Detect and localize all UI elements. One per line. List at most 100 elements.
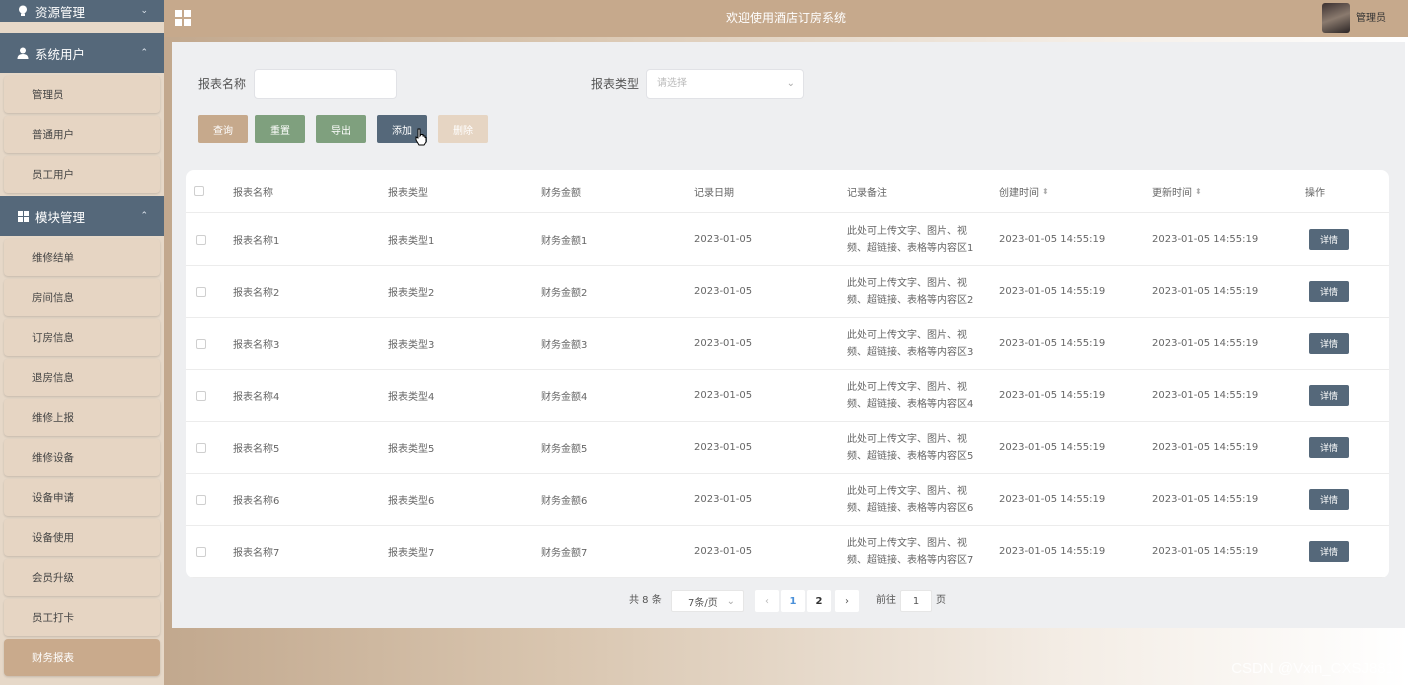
total-count: 共 8 条: [629, 595, 662, 606]
cell-type: 报表类型1: [388, 214, 434, 265]
sidebar-item-booking-info[interactable]: 订房信息: [4, 319, 160, 356]
detail-button[interactable]: 详情: [1309, 437, 1349, 458]
main-panel: 报表名称 报表类型 请选择 ⌄ 查询 重置 导出 添加 删除 报表名称 报表类型…: [172, 42, 1405, 628]
menu-group-label: 资源管理: [35, 4, 86, 20]
cell-date: 2023-01-05: [694, 422, 752, 473]
cell-text: 报表类型3: [388, 340, 435, 351]
page-1-button[interactable]: 1: [781, 590, 805, 612]
cell-text: 2023-01-05 14:55:19: [1152, 338, 1259, 349]
sidebar: 资源管理 ⌄ 系统用户 ⌃ 管理员 普通用户 员工用户 模块管理 ⌃ 维修结单 …: [0, 0, 164, 685]
row-checkbox[interactable]: [196, 318, 206, 369]
detail-button[interactable]: 详情: [1309, 385, 1349, 406]
cell-action: 详情: [1309, 318, 1349, 369]
cell-text: 2023-01-05 14:55:19: [1152, 286, 1259, 297]
cell-text: 2023-01-05 14:55:19: [1152, 494, 1259, 505]
row-checkbox[interactable]: [196, 214, 206, 265]
detail-button[interactable]: 详情: [1309, 489, 1349, 510]
cell-name: 报表名称2: [233, 266, 279, 317]
cell-action: 详情: [1309, 422, 1349, 473]
sidebar-item-member-upgrade[interactable]: 会员升级: [4, 559, 160, 596]
page-size-select[interactable]: 7条/页 ⌄: [671, 590, 744, 612]
sidebar-item-admin[interactable]: 管理员: [4, 76, 160, 113]
detail-button[interactable]: 详情: [1309, 541, 1349, 562]
report-name-input[interactable]: [254, 69, 397, 99]
col-header-sortable[interactable]: 创建时间 ⬍: [999, 170, 1049, 212]
cell-text: 此处可上传文字、图片、视频、超链接、表格等内容区7: [847, 537, 974, 566]
export-button[interactable]: 导出: [316, 115, 366, 143]
prev-page-button[interactable]: ‹: [755, 590, 779, 612]
chevron-up-icon: ⌃: [140, 211, 148, 221]
cell-text: 2023-01-05 14:55:19: [999, 494, 1106, 505]
cell-text: 财务金额1: [541, 236, 588, 247]
avatar[interactable]: [1322, 3, 1350, 33]
sidebar-item-finance-report[interactable]: 财务报表: [4, 639, 160, 676]
cell-updated: 2023-01-05 14:55:19: [1152, 370, 1258, 421]
cell-amount: 财务金额4: [541, 370, 587, 421]
page-suffix: 页: [936, 595, 946, 606]
row-checkbox[interactable]: [196, 474, 206, 525]
user-name[interactable]: 管理员: [1356, 0, 1386, 37]
sidebar-item-equipment-usage[interactable]: 设备使用: [4, 519, 160, 556]
report-table: 报表名称 报表类型 财务金额 记录日期 记录备注 创建时间 ⬍ 更新时间 ⬍ 操作 …: [186, 170, 1389, 578]
row-checkbox[interactable]: [196, 526, 206, 577]
row-checkbox[interactable]: [196, 422, 206, 473]
cell-updated: 2023-01-05 14:55:19: [1152, 214, 1258, 265]
sort-icon[interactable]: ⬍: [1042, 187, 1049, 196]
menu-group-system-users[interactable]: 系统用户 ⌃: [0, 33, 164, 73]
sidebar-item-repair-equipment[interactable]: 维修设备: [4, 439, 160, 476]
cell-created: 2023-01-05 14:55:19: [999, 526, 1105, 577]
detail-button[interactable]: 详情: [1309, 229, 1349, 250]
table-header: 报表名称 报表类型 财务金额 记录日期 记录备注 创建时间 ⬍ 更新时间 ⬍ 操作: [186, 170, 1389, 213]
sidebar-item-room-info[interactable]: 房间信息: [4, 279, 160, 316]
cell-amount: 财务金额7: [541, 526, 587, 577]
cell-created: 2023-01-05 14:55:19: [999, 370, 1105, 421]
cell-type: 报表类型4: [388, 370, 434, 421]
page-2-button[interactable]: 2: [807, 590, 831, 612]
sort-icon[interactable]: ⬍: [1195, 187, 1202, 196]
sidebar-item-repair-report[interactable]: 维修上报: [4, 399, 160, 436]
cell-amount: 财务金额3: [541, 318, 587, 369]
col-header-sortable[interactable]: 更新时间 ⬍: [1152, 170, 1202, 212]
row-checkbox[interactable]: [196, 370, 206, 421]
detail-button[interactable]: 详情: [1309, 281, 1349, 302]
sidebar-item-staff-checkin[interactable]: 员工打卡: [4, 599, 160, 636]
cell-created: 2023-01-05 14:55:19: [999, 214, 1105, 265]
watermark: CSDN @Vxin_CXSJ881: [1231, 660, 1394, 677]
cell-note: 此处可上传文字、图片、视频、超链接、表格等内容区1: [847, 214, 982, 265]
cell-name: 报表名称4: [233, 370, 279, 421]
menu-group-modules[interactable]: 模块管理 ⌃: [0, 196, 164, 236]
report-type-select[interactable]: 请选择 ⌄: [646, 69, 804, 99]
goto-page-input[interactable]: 1: [900, 590, 932, 612]
cell-text: 报表类型6: [388, 496, 435, 507]
cell-text: 报表名称4: [233, 392, 280, 403]
table-row: 报表名称7 报表类型7 财务金额7 2023-01-05 此处可上传文字、图片、视频、超…: [186, 526, 1389, 578]
cell-text: 财务金额6: [541, 496, 588, 507]
sidebar-item-repair-close[interactable]: 维修结单: [4, 239, 160, 276]
cell-amount: 财务金额1: [541, 214, 587, 265]
cell-text: 2023-01-05 14:55:19: [1152, 390, 1259, 401]
sidebar-item-staff-users[interactable]: 员工用户: [4, 156, 160, 193]
hand-cursor-icon: [415, 128, 427, 146]
sidebar-item-normal-users[interactable]: 普通用户: [4, 116, 160, 153]
cell-text: 2023-01-05: [694, 442, 753, 453]
reset-button[interactable]: 重置: [255, 115, 305, 143]
cell-text: 2023-01-05: [694, 234, 753, 245]
cell-text: 报表名称6: [233, 496, 280, 507]
cell-text: 2023-01-05 14:55:19: [1152, 442, 1259, 453]
cell-text: 财务金额4: [541, 392, 588, 403]
sidebar-item-equipment-request[interactable]: 设备申请: [4, 479, 160, 516]
menu-group-resources[interactable]: 资源管理 ⌄: [0, 0, 164, 22]
cell-text: 报表类型5: [388, 444, 435, 455]
cell-date: 2023-01-05: [694, 370, 752, 421]
cell-action: 详情: [1309, 266, 1349, 317]
delete-button[interactable]: 删除: [438, 115, 488, 143]
menu-group-label: 模块管理: [35, 209, 86, 225]
sidebar-item-checkout-info[interactable]: 退房信息: [4, 359, 160, 396]
detail-button[interactable]: 详情: [1309, 333, 1349, 354]
query-button[interactable]: 查询: [198, 115, 248, 143]
cell-text: 报表名称5: [233, 444, 280, 455]
select-all-checkbox[interactable]: [194, 170, 204, 212]
row-checkbox[interactable]: [196, 266, 206, 317]
grid-icon: [17, 210, 29, 222]
next-page-button[interactable]: ›: [835, 590, 859, 612]
